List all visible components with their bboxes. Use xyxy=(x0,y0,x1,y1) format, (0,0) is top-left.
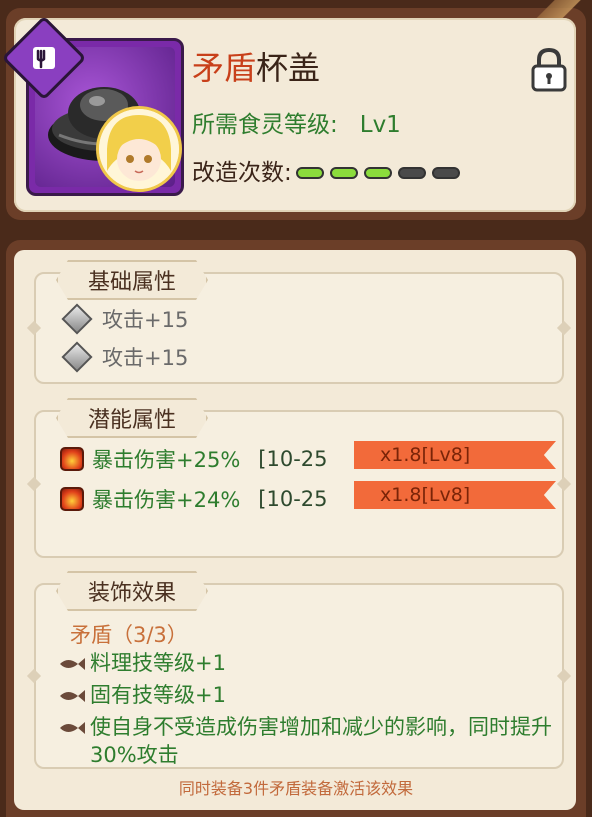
basic-attributes-section: 基础属性 攻击+15 攻击+15 xyxy=(26,272,572,384)
refine-pip-filled xyxy=(363,167,392,179)
refine-pip-filled xyxy=(295,167,324,179)
potential-stat-range: [10-25 xyxy=(258,447,328,471)
food-soul-avatar xyxy=(96,106,182,192)
refine-pip-empty xyxy=(431,167,460,179)
gem-icon xyxy=(61,341,93,373)
item-name: 矛盾杯盖 xyxy=(192,48,320,88)
set-effect-row: 料理技等级+1 xyxy=(58,649,226,677)
set-effect-title: 装饰效果 xyxy=(56,571,208,611)
refine-count: 改造次数: xyxy=(192,158,460,188)
potential-stat-range: [10-25 xyxy=(258,487,328,511)
basic-stat-text: 攻击+15 xyxy=(102,308,189,332)
fish-bullet-icon xyxy=(60,722,85,734)
set-activation-note: 同时装备3件矛盾装备激活该效果 xyxy=(178,779,414,798)
required-level-label: 所需食灵等级: xyxy=(192,112,338,138)
basic-stat-row: 攻击+15 xyxy=(60,341,189,373)
refine-pip-empty xyxy=(397,167,426,179)
set-effect-section: 装饰效果 矛盾（3/3） 料理技等级+1 固有技等级+1 使自身不受造成伤害增加… xyxy=(26,583,572,769)
potential-attributes-title: 潜能属性 xyxy=(56,398,208,438)
fire-icon xyxy=(60,447,84,471)
basic-stat-text: 攻击+15 xyxy=(102,346,189,370)
potential-attributes-section: 潜能属性 暴击伤害+25% [10-25 x1.8[Lv8] 暴击伤害+24% … xyxy=(26,410,572,558)
fire-icon xyxy=(60,487,84,511)
set-effect-text: 使自身不受造成伤害增加和减少的影响，同时提升30%攻击 xyxy=(90,715,552,767)
basic-stat-row: 攻击+15 xyxy=(60,303,189,335)
lock-icon[interactable] xyxy=(528,46,570,94)
fish-bullet-icon xyxy=(60,658,85,670)
set-name: 矛盾（3/3） xyxy=(70,623,188,647)
item-name-rest: 杯盖 xyxy=(256,49,321,87)
refine-pips xyxy=(295,167,460,179)
fish-bullet-icon xyxy=(60,690,85,702)
potential-stat-text: 暴击伤害+24% xyxy=(92,488,241,512)
potential-stat-row: 暴击伤害+24% [10-25 xyxy=(60,484,328,514)
potential-level-badge: x1.8[Lv8] xyxy=(354,481,556,509)
set-effect-row: 固有技等级+1 xyxy=(58,681,226,709)
basic-attributes-title: 基础属性 xyxy=(56,260,208,300)
required-level-value: Lv1 xyxy=(359,112,401,138)
refine-label: 改造次数: xyxy=(192,160,292,186)
set-effect-text: 料理技等级+1 xyxy=(90,651,226,675)
set-effect-text: 固有技等级+1 xyxy=(90,683,226,707)
required-level: 所需食灵等级: Lv1 xyxy=(192,110,401,140)
gem-icon xyxy=(61,303,93,335)
potential-stat-row: 暴击伤害+25% [10-25 xyxy=(60,444,328,474)
potential-stat-text: 暴击伤害+25% xyxy=(92,448,241,472)
item-name-accent: 矛盾 xyxy=(192,49,257,87)
potential-level-badge: x1.8[Lv8] xyxy=(354,441,556,469)
set-effect-row: 使自身不受造成伤害增加和减少的影响，同时提升30%攻击 xyxy=(58,713,560,769)
refine-pip-filled xyxy=(329,167,358,179)
